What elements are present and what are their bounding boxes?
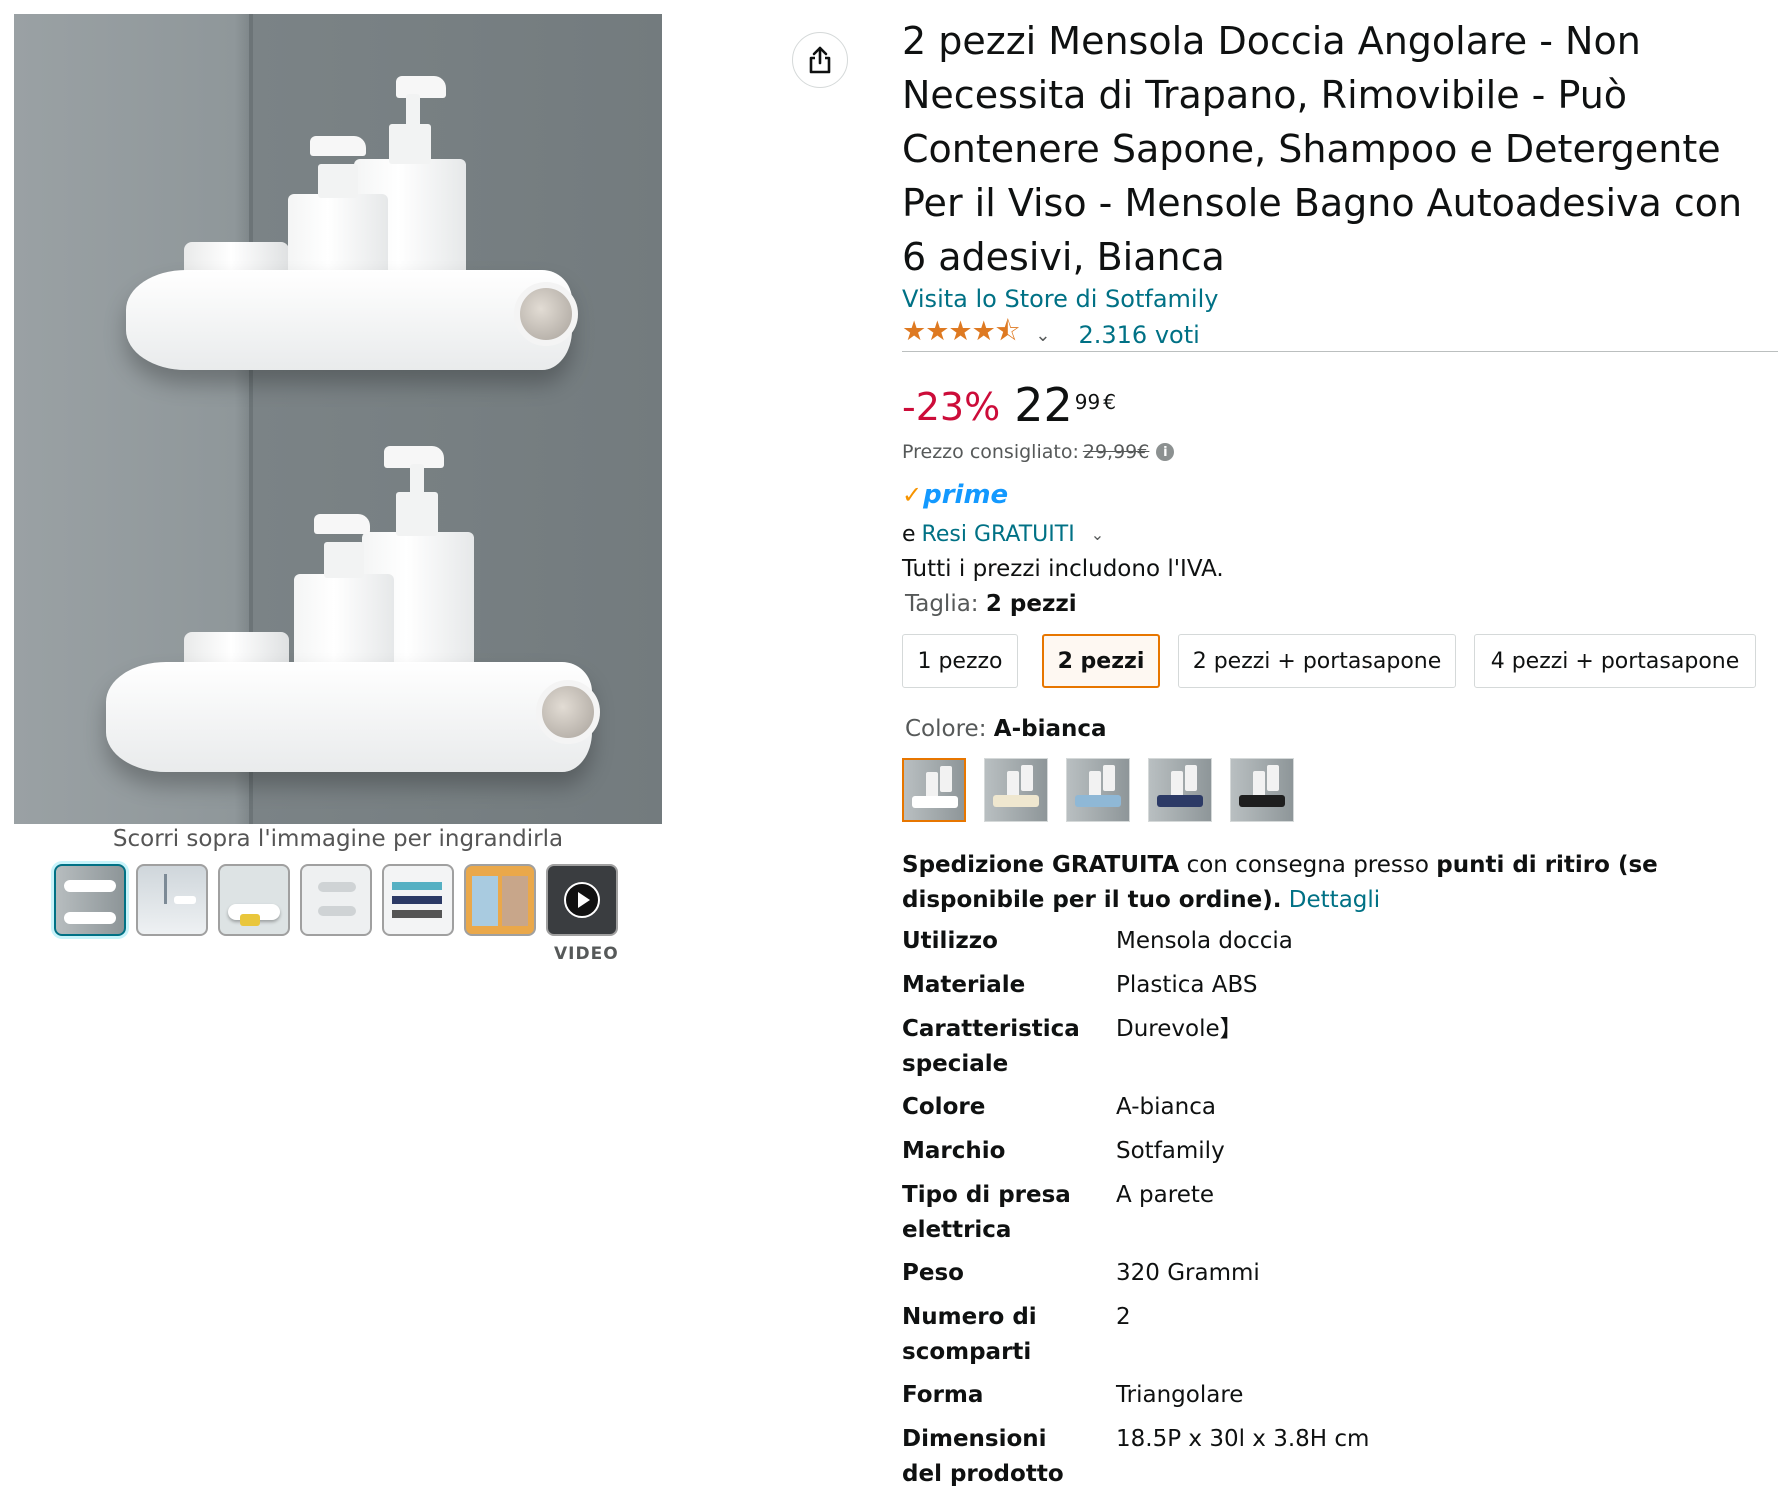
discount-percent: -23% (902, 385, 1001, 429)
prime-badge: ✓ prime (902, 480, 1008, 510)
spec-key: Marchio (902, 1138, 1006, 1164)
thumbnail-6[interactable] (464, 864, 536, 936)
spec-key: Utilizzo (902, 928, 998, 954)
list-price-label: Prezzo consigliato: (902, 441, 1079, 463)
video-thumbnail[interactable] (546, 864, 618, 936)
spec-key: Caratteristica speciale (902, 1016, 1080, 1077)
price-row: -23% 22 99 € (902, 376, 1116, 436)
returns-row: e Resi GRATUITI ⌄ (902, 522, 1104, 547)
spec-value: Triangolare (1116, 1382, 1244, 1408)
rating-count-link[interactable]: 2.316 voti (1078, 321, 1199, 349)
size-option-1-pezzo[interactable]: 1 pezzo (902, 634, 1018, 688)
color-swatch-black[interactable] (1230, 758, 1294, 822)
color-label-row: Colore: A-bianca (905, 716, 1107, 742)
rating-row: ★★★★⯪ ⌄ 2.316 voti (902, 316, 1200, 352)
prime-check-icon: ✓ (902, 481, 923, 509)
shipping-text: con consegna presso (1179, 852, 1437, 878)
lower-shelf-illustration (14, 414, 662, 824)
product-title: 2 pezzi Mensola Doccia Angolare - Non Ne… (902, 19, 1743, 279)
size-option-4-pezzi-portasapone[interactable]: 4 pezzi + portasapone (1474, 634, 1756, 688)
spec-key: Tipo di presa elettrica (902, 1182, 1071, 1243)
chevron-down-icon[interactable]: ⌄ (1035, 325, 1050, 346)
list-price-value: 29,99€ (1082, 441, 1150, 463)
spec-value: 2 (1116, 1304, 1131, 1330)
spec-value: A-bianca (1116, 1094, 1216, 1120)
color-label: Colore: (905, 716, 987, 742)
video-label: VIDEO (554, 944, 619, 964)
returns-prefix: e (902, 522, 916, 547)
spec-value: Sotfamily (1116, 1138, 1225, 1164)
spec-value: 320 Grammi (1116, 1260, 1260, 1286)
size-label-row: Taglia: 2 pezzi (905, 591, 1077, 617)
list-price-row: Prezzo consigliato: 29,99€ i (902, 441, 1175, 463)
store-link[interactable]: Visita lo Store di Sotfamily (902, 285, 1218, 313)
spec-value: Mensola doccia (1116, 928, 1293, 954)
size-option-2-pezzi-portasapone[interactable]: 2 pezzi + portasapone (1178, 634, 1456, 688)
upper-shelf-illustration (14, 14, 662, 414)
color-swatch-beige[interactable] (984, 758, 1048, 822)
size-label: Taglia: (905, 591, 979, 617)
share-icon (809, 46, 831, 74)
thumbnail-4[interactable] (300, 864, 372, 936)
chevron-down-icon[interactable]: ⌄ (1091, 525, 1104, 544)
spec-key: Colore (902, 1094, 986, 1120)
spec-value: A parete (1116, 1182, 1215, 1208)
free-returns-link[interactable]: Resi GRATUITI (922, 522, 1075, 547)
size-option-2-pezzi[interactable]: 2 pezzi (1042, 634, 1160, 688)
play-icon (578, 892, 590, 908)
thumbnail-3[interactable] (218, 864, 290, 936)
color-swatch-bianca[interactable] (902, 758, 966, 822)
color-selected: A-bianca (993, 716, 1107, 742)
spec-key: Forma (902, 1382, 984, 1408)
spec-value: Plastica ABS (1116, 972, 1258, 998)
thumbnail-1[interactable] (54, 864, 126, 936)
divider (902, 351, 1778, 352)
shipping-info: Spedizione GRATUITA con consegna presso … (902, 848, 1782, 918)
price-whole: 22 (1014, 378, 1073, 432)
size-selected: 2 pezzi (985, 591, 1077, 617)
zoom-hint: Scorri sopra l'immagine per ingrandirla (112, 826, 564, 852)
prime-logo-text: prime (923, 480, 1009, 510)
shipping-free-label: Spedizione GRATUITA (902, 852, 1180, 878)
spec-key: Dimensioni del prodotto (902, 1426, 1064, 1487)
main-product-image[interactable] (14, 14, 662, 824)
thumbnail-2[interactable] (136, 864, 208, 936)
spec-value: Durevole】 (1116, 1016, 1243, 1042)
color-swatch-navy[interactable] (1148, 758, 1212, 822)
color-swatch-blue[interactable] (1066, 758, 1130, 822)
info-icon[interactable]: i (1156, 443, 1175, 461)
price-fraction: 99 (1074, 390, 1101, 414)
spec-key: Numero di scomparti (902, 1304, 1037, 1365)
price-currency: € (1103, 390, 1116, 414)
share-button[interactable] (792, 32, 848, 88)
spec-key: Peso (902, 1260, 964, 1286)
vat-note: Tutti i prezzi includono l'IVA. (902, 556, 1224, 582)
spec-key: Materiale (902, 972, 1026, 998)
spec-value: 18.5P x 30l x 3.8H cm (1116, 1426, 1370, 1452)
shipping-details-link[interactable]: Dettagli (1289, 887, 1380, 913)
thumbnail-5[interactable] (382, 864, 454, 936)
